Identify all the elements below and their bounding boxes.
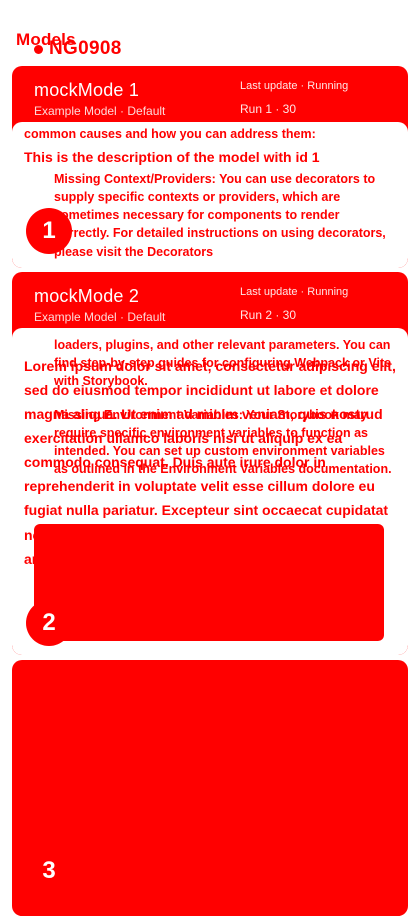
- status-dot-icon: [34, 44, 43, 54]
- bottom-divider: [18, 910, 402, 916]
- model-id-label: NG0908: [34, 38, 122, 60]
- model-subtitle: Example Model · Default: [34, 310, 166, 324]
- model-card-body: common causes and how you can address th…: [12, 122, 408, 268]
- model-id-text: NG0908: [49, 38, 122, 59]
- model-index-badge: 2: [26, 600, 72, 646]
- model-run-info: Run 1 · 30: [240, 102, 297, 116]
- card-intro-text: common causes and how you can address th…: [24, 127, 316, 141]
- model-status: Last update · Running: [240, 286, 349, 298]
- content-block: [34, 790, 384, 906]
- model-index-badge: 3: [26, 848, 72, 894]
- model-run-info: Run 2 · 30: [240, 308, 297, 322]
- model-card-header: mockMode 2 Example Model · Default Last …: [12, 272, 408, 328]
- content-block: [34, 524, 384, 641]
- missing-env-text: Missing Environment Variables: Your Stor…: [54, 408, 392, 477]
- model-name: mockMode 2: [34, 286, 140, 306]
- model-card-1[interactable]: mockMode 1 Example Model · Default Last …: [12, 66, 408, 268]
- model-index-badge: 1: [26, 208, 72, 254]
- model-description: This is the description of the model wit…: [24, 149, 320, 165]
- model-status: Last update · Running: [240, 80, 349, 92]
- missing-context-text: Missing Context/Providers: You can use d…: [54, 172, 386, 259]
- model-subtitle: Example Model · Default: [34, 104, 166, 118]
- card-letter: T: [24, 798, 33, 814]
- model-name: mockMode 1: [34, 80, 140, 100]
- page-header: Models NG0908: [14, 28, 406, 64]
- model-card-header: mockMode 1 Example Model · Default Last …: [12, 66, 408, 122]
